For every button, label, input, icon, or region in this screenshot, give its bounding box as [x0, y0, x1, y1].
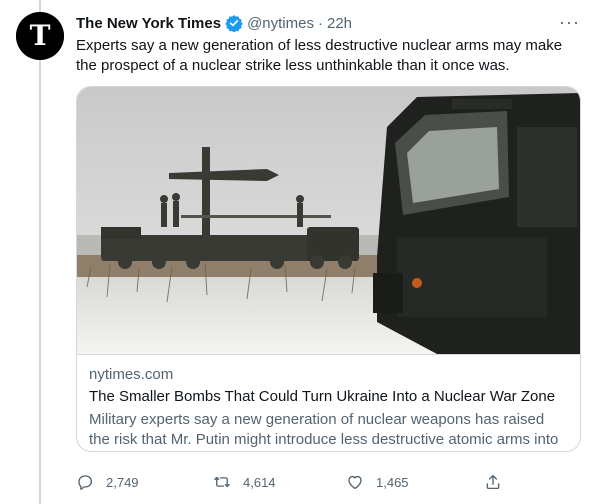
retweet-count: 4,614 [243, 474, 276, 490]
like-count: 1,465 [376, 474, 409, 490]
author-handle[interactable]: @nytimes [247, 15, 314, 32]
author-name[interactable]: The New York Times [76, 15, 221, 32]
card-title[interactable]: The Smaller Bombs That Could Turn Ukrain… [89, 386, 568, 408]
reply-count: 2,749 [106, 474, 139, 490]
nyt-logo-icon: T [16, 12, 64, 60]
retweet-icon [214, 476, 230, 488]
separator-dot: · [317, 14, 323, 32]
card-body: nytimes.com The Smaller Bombs That Could… [89, 365, 568, 450]
card-description: Military experts say a new generation of… [89, 411, 559, 448]
more-icon[interactable]: ··· [559, 12, 580, 33]
card-divider [77, 354, 580, 355]
verified-badge-icon [225, 14, 243, 32]
like-button[interactable]: 1,465 [346, 473, 409, 491]
tweet-header: The New York Times @nytimes · 22h [76, 12, 586, 34]
card-domain: nytimes.com [89, 366, 174, 383]
like-icon [348, 475, 362, 490]
share-button[interactable] [484, 473, 514, 491]
tweet-text: Experts say a new generation of less des… [76, 37, 563, 74]
reply-icon [78, 475, 93, 490]
link-card[interactable]: nytimes.com The Smaller Bombs That Could… [76, 86, 581, 452]
reply-button[interactable]: 2,749 [76, 473, 139, 491]
tweet-actions: 2,749 4,614 1,465 [76, 470, 516, 494]
avatar[interactable]: T [16, 12, 64, 60]
tweet-timestamp[interactable]: 22h [327, 15, 352, 32]
share-icon [486, 474, 500, 490]
card-image [77, 87, 580, 354]
svg-text:T: T [30, 19, 51, 52]
thread-line [39, 0, 41, 504]
retweet-button[interactable]: 4,614 [213, 473, 276, 491]
